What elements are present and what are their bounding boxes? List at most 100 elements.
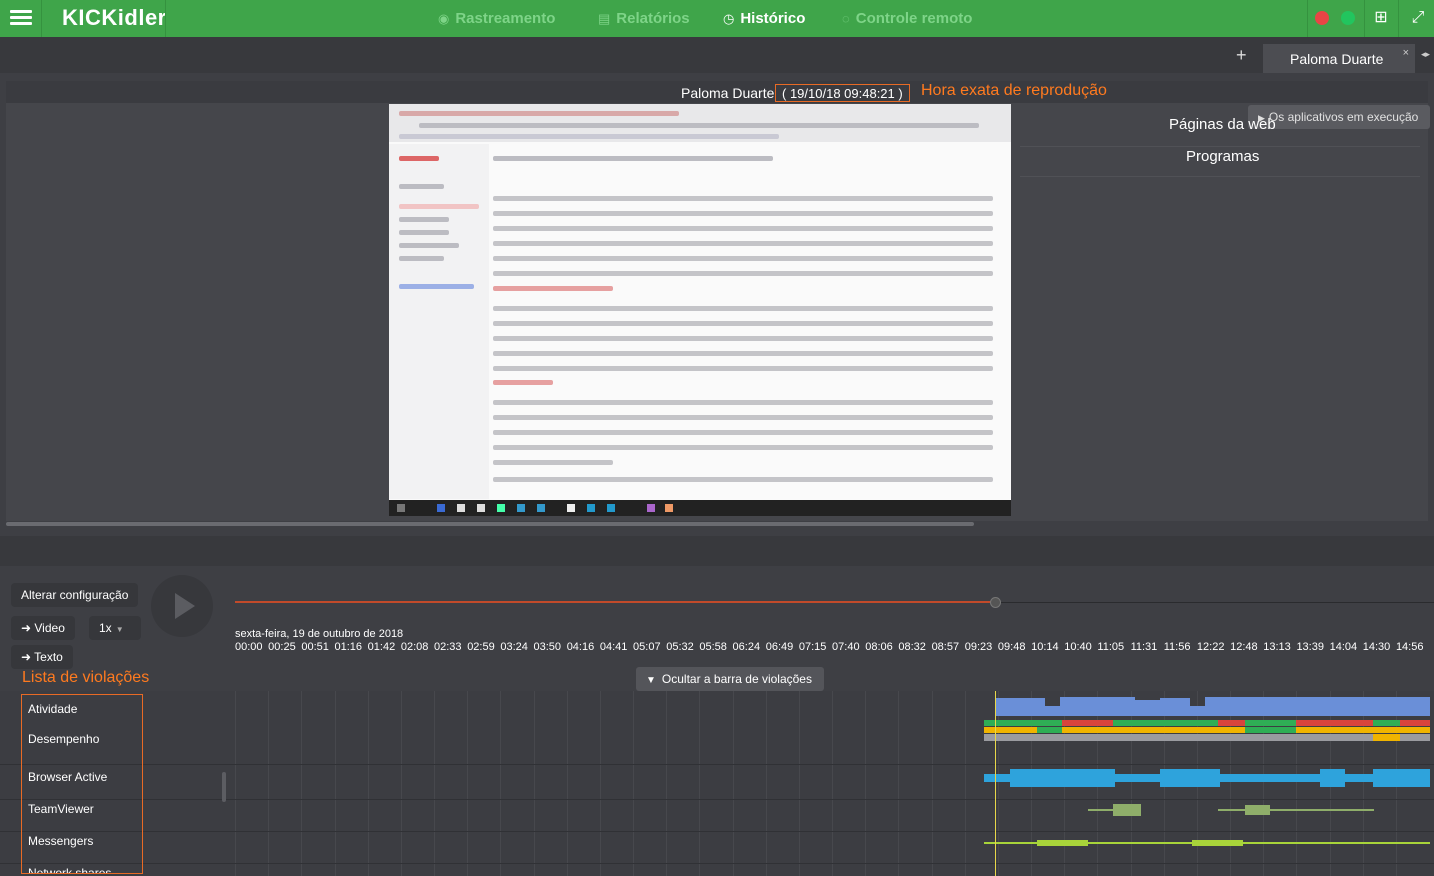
mail-row [493, 321, 993, 326]
mail-row [493, 196, 993, 201]
history-icon: ◷ [723, 11, 735, 26]
divider [1364, 0, 1365, 37]
mail-row [493, 400, 993, 405]
taskbar-icon [647, 504, 655, 512]
performance-band [1218, 720, 1245, 726]
grid-line [268, 691, 270, 876]
taskbar-icon [477, 504, 485, 512]
record-status-icon[interactable] [1315, 11, 1329, 25]
video-button[interactable]: ➜ Video [11, 616, 75, 640]
divider [41, 0, 42, 37]
taskbar-icon [587, 504, 595, 512]
screen-recording[interactable] [389, 104, 1011, 516]
nav-relatorios[interactable]: ▤ Relatórios [598, 10, 690, 27]
horizontal-scrollbar[interactable] [6, 522, 974, 526]
folder-item [399, 217, 449, 222]
mail-row [493, 366, 993, 371]
grid-line [1130, 691, 1132, 876]
vertical-scrollbar[interactable] [222, 772, 226, 802]
timeline-tick: 06:24 [732, 641, 761, 653]
add-tab-button[interactable]: + [1236, 45, 1247, 66]
browser-active-bar [1010, 769, 1115, 787]
folder-item [399, 256, 444, 261]
violation-activity[interactable]: Atividade [28, 702, 77, 716]
timeline-tick: 11:05 [1097, 641, 1125, 653]
fullscreen-icon[interactable]: ⤢ [1408, 8, 1428, 28]
activity-bar [1160, 698, 1190, 716]
timeline-tick: 00:51 [301, 641, 329, 653]
nav-rastreamento[interactable]: ◉ Rastreamento [438, 10, 555, 27]
tab-scroll-icon[interactable]: ◂▸ [1421, 49, 1430, 60]
nav-controle-remoto[interactable]: ◌ Controle remoto [842, 10, 972, 27]
timeline-tick: 04:41 [599, 641, 628, 653]
web-pages-label[interactable]: Páginas da web [1169, 116, 1276, 133]
lane-divider [0, 831, 1434, 832]
violation-performance[interactable]: Desempenho [28, 732, 99, 746]
nav-historico[interactable]: ◷ Histórico [723, 10, 805, 27]
timeline-tick: 07:40 [832, 641, 860, 653]
online-status-icon[interactable] [1341, 11, 1355, 25]
play-button[interactable] [151, 575, 213, 637]
divider [1398, 0, 1399, 37]
activity-bar [1190, 706, 1205, 716]
top-navigation-bar: KICKidler ◉ Rastreamento ▤ Relatórios ◷ His… [0, 0, 1434, 37]
violation-teamviewer[interactable]: TeamViewer [28, 802, 94, 816]
tab-label: Paloma Duarte [1290, 51, 1384, 67]
speed-select[interactable]: 1x ▼ [89, 616, 141, 640]
timeline-tick: 03:24 [500, 641, 528, 653]
triangle-down-icon: ▼ [646, 675, 656, 686]
taskbar-icon [457, 504, 465, 512]
timeline-tick: 14:56 [1395, 641, 1424, 653]
grid-line [732, 691, 734, 876]
remote-icon: ◌ [842, 11, 850, 26]
grid-line [666, 691, 668, 876]
lane-divider [0, 799, 1434, 800]
grid-line [235, 691, 236, 876]
mail-search [493, 156, 773, 161]
mail-row [493, 271, 993, 276]
tab-bar: + Paloma Duarte × ◂▸ [0, 37, 1434, 73]
divider [1020, 146, 1420, 147]
timeline-tick: 00:00 [235, 641, 263, 653]
timeline-tick: 02:08 [400, 641, 429, 653]
document-icon: ▤ [598, 11, 611, 26]
violation-browser-active[interactable]: Browser Active [28, 770, 107, 784]
seek-track[interactable] [995, 602, 1434, 603]
grid-line [1230, 691, 1232, 876]
browser-active-bar [1320, 769, 1345, 787]
grid-line [997, 691, 999, 876]
text-button[interactable]: ➜ Texto [11, 645, 73, 669]
performance-band [1037, 727, 1062, 733]
grid-line [1263, 691, 1265, 876]
programs-label[interactable]: Programas [1186, 148, 1259, 165]
grid-line [865, 691, 867, 876]
divider [1307, 0, 1308, 37]
violations-timeline[interactable] [0, 691, 1434, 876]
activity-bar [1205, 697, 1430, 716]
hide-violations-button[interactable]: ▼ Ocultar a barra de violações [636, 667, 824, 691]
violation-network-shares[interactable]: Network shares [28, 866, 111, 873]
seek-handle[interactable] [990, 597, 1001, 608]
taskbar-icon [665, 504, 673, 512]
grid-line [434, 691, 436, 876]
mail-sidebar [389, 144, 489, 499]
menu-icon[interactable] [8, 7, 34, 31]
mail-row [493, 351, 993, 356]
mail-row [493, 460, 613, 465]
seek-progress[interactable] [235, 601, 995, 603]
timeline-tick: 00:25 [268, 641, 296, 653]
violation-messengers[interactable]: Messengers [28, 834, 93, 848]
player-user-name: Paloma Duarte [681, 85, 775, 101]
tab-paloma-duarte[interactable]: Paloma Duarte × [1263, 44, 1415, 73]
add-window-icon[interactable]: ⊞ [1371, 8, 1391, 28]
timeline-tick: 14:30 [1362, 641, 1391, 653]
taskbar [389, 500, 1011, 516]
arrow-right-icon: ➜ [21, 650, 35, 664]
close-icon[interactable]: × [1403, 47, 1409, 59]
grid-line [566, 691, 568, 876]
activity-bar [995, 698, 1045, 716]
activity-bar [1060, 697, 1135, 716]
grid-line [898, 691, 900, 876]
grid-line [765, 691, 767, 876]
change-config-button[interactable]: Alterar configuração [11, 583, 139, 607]
